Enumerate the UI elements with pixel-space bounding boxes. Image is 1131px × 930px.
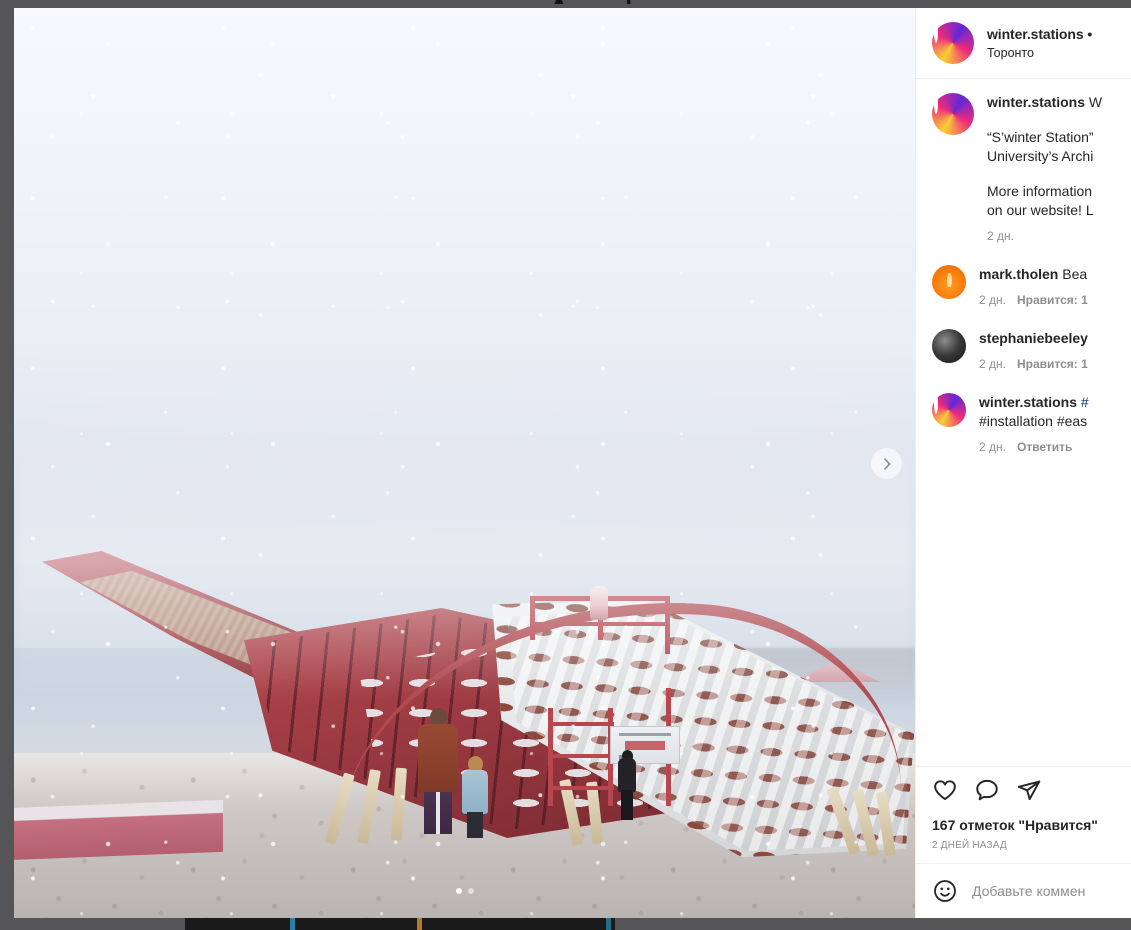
avatar-image — [934, 22, 938, 43]
comment-body: mark.tholen Bea 2 дн. Нравится: 1 — [979, 265, 1115, 307]
tower-rung — [548, 722, 614, 726]
comment-meta: 2 дн. Нравится: 1 — [979, 293, 1115, 307]
taskbar-tick-2 — [417, 918, 422, 930]
person-child — [462, 756, 488, 840]
smiley-face-icon[interactable] — [932, 878, 958, 904]
person-body — [618, 758, 636, 792]
comment-reply-button[interactable]: Ответить — [1017, 440, 1072, 454]
caption-p2-line1: More information — [987, 183, 1093, 199]
comment-message[interactable]: # — [1081, 394, 1089, 410]
taskbar-tick-1 — [290, 918, 295, 930]
comment-input-placeholder[interactable]: Добавьте коммен — [972, 883, 1085, 899]
caption-paragraph-1: “S’winter Station” University’s Archi — [987, 128, 1115, 166]
chrome-glyph-c: ━ — [768, 0, 778, 8]
caption-time: 2 дн. — [987, 229, 1014, 243]
comment-meta: 2 дн. Ответить — [979, 440, 1115, 454]
person-under-pavilion — [618, 750, 636, 822]
comment-time: 2 дн. — [979, 440, 1006, 454]
comment-body: winter.stations # #installation #eas 2 д… — [979, 393, 1115, 454]
avatar-image — [934, 393, 938, 414]
post-header-meta: winter.stations • Торонто — [987, 26, 1092, 60]
person-coat — [418, 724, 458, 794]
list-item: mark.tholen Bea 2 дн. Нравится: 1 — [932, 265, 1115, 307]
person-legs — [424, 792, 452, 834]
author-separator: • — [1087, 26, 1093, 42]
comment-body: stephaniebeeley 2 дн. Нравится: 1 — [979, 329, 1115, 371]
speech-bubble-icon[interactable] — [974, 777, 1000, 803]
post-author-username[interactable]: winter.stations — [987, 26, 1084, 42]
caption-first-line: winter.stations W — [987, 93, 1115, 112]
post-author-line: winter.stations • — [987, 26, 1092, 42]
post-sidebar: winter.stations • Торонто winter.station… — [915, 8, 1131, 918]
person-adult — [418, 708, 458, 838]
chevron-right-icon — [883, 457, 890, 470]
comment-text-line-2[interactable]: #installation #eas — [979, 412, 1115, 431]
caption-author[interactable]: winter.stations — [987, 94, 1085, 110]
comment-author[interactable]: mark.tholen — [979, 266, 1058, 282]
caption-meta: 2 дн. — [987, 229, 1115, 243]
next-slide-button[interactable] — [871, 448, 902, 479]
likes-count[interactable]: 167 отметок "Нравится" — [932, 817, 1115, 833]
action-icon-row — [932, 777, 1115, 803]
post-actions: 167 отметок "Нравится" 2 ДНЕЙ НАЗАД — [916, 766, 1131, 863]
list-item: winter.stations # #installation #eas 2 д… — [932, 393, 1115, 454]
sign-title-line — [619, 733, 671, 736]
comment-message: Bea — [1062, 266, 1088, 282]
person-legs — [621, 790, 633, 820]
avatar[interactable] — [932, 22, 974, 64]
snow-mist — [14, 438, 915, 698]
list-item: stephaniebeeley 2 дн. Нравится: 1 — [932, 329, 1115, 371]
caption-p2-line2: on our website! L — [987, 202, 1094, 218]
carousel-dots — [14, 888, 915, 894]
comment-meta: 2 дн. Нравится: 1 — [979, 357, 1115, 371]
paper-plane-icon[interactable] — [1016, 777, 1042, 803]
chrome-glyph-b: ✚ — [622, 0, 635, 8]
sign-logo-block — [625, 741, 665, 750]
browser-chrome-top: ▲ ✚ ━ ━ — [0, 0, 1131, 8]
screen: ▲ ✚ ━ ━ — [0, 0, 1131, 930]
carousel-dot-2[interactable] — [467, 888, 474, 894]
tower-rung — [548, 786, 614, 790]
avatar-image — [934, 93, 938, 114]
caption-p1-line2: University’s Archi — [987, 148, 1094, 164]
carousel-dot-1[interactable] — [455, 888, 462, 894]
comment-likes[interactable]: Нравится: 1 — [1017, 293, 1088, 307]
taskbar-tick-3 — [606, 918, 611, 930]
caption-p1-line1: “S’winter Station” — [987, 129, 1094, 145]
comment-author[interactable]: stephaniebeeley — [979, 330, 1088, 346]
avatar[interactable] — [932, 393, 966, 427]
browser-chrome-left — [0, 8, 14, 922]
comment-likes[interactable]: Нравится: 1 — [1017, 357, 1088, 371]
caption-inline-text: W — [1088, 94, 1103, 110]
post-timestamp: 2 ДНЕЙ НАЗАД — [932, 840, 1007, 851]
avatar[interactable] — [932, 329, 966, 363]
post-media[interactable] — [14, 8, 915, 918]
heart-icon[interactable] — [932, 777, 958, 803]
browser-chrome-bottom — [0, 918, 1131, 930]
post-location[interactable]: Торонто — [987, 46, 1092, 60]
chrome-glyph-d: ━ — [1068, 0, 1078, 8]
post-header: winter.stations • Торонто — [916, 8, 1131, 79]
comment-time: 2 дн. — [979, 293, 1006, 307]
comment-text: stephaniebeeley — [979, 329, 1115, 348]
caption-body: winter.stations W “S’winter Station” Uni… — [987, 93, 1115, 243]
post-caption: winter.stations W “S’winter Station” Uni… — [932, 93, 1115, 243]
person-coat — [462, 770, 488, 814]
instagram-post-modal: winter.stations • Торонто winter.station… — [14, 8, 1131, 918]
tower-rung — [548, 754, 614, 758]
comment-author[interactable]: winter.stations — [979, 394, 1077, 410]
caption-paragraph-2: More information on our website! L — [987, 182, 1115, 220]
comment-time: 2 дн. — [979, 357, 1006, 371]
avatar[interactable] — [932, 93, 974, 135]
comment-text: winter.stations # — [979, 393, 1115, 412]
add-comment-bar: Добавьте коммен — [916, 863, 1131, 918]
comment-text: mark.tholen Bea — [979, 265, 1115, 284]
chrome-glyph-a: ▲ — [551, 0, 567, 8]
comments-scroll-area[interactable]: winter.stations W “S’winter Station” Uni… — [916, 79, 1131, 766]
person-legs — [467, 812, 483, 838]
taskbar-peek — [185, 918, 615, 930]
avatar[interactable] — [932, 265, 966, 299]
